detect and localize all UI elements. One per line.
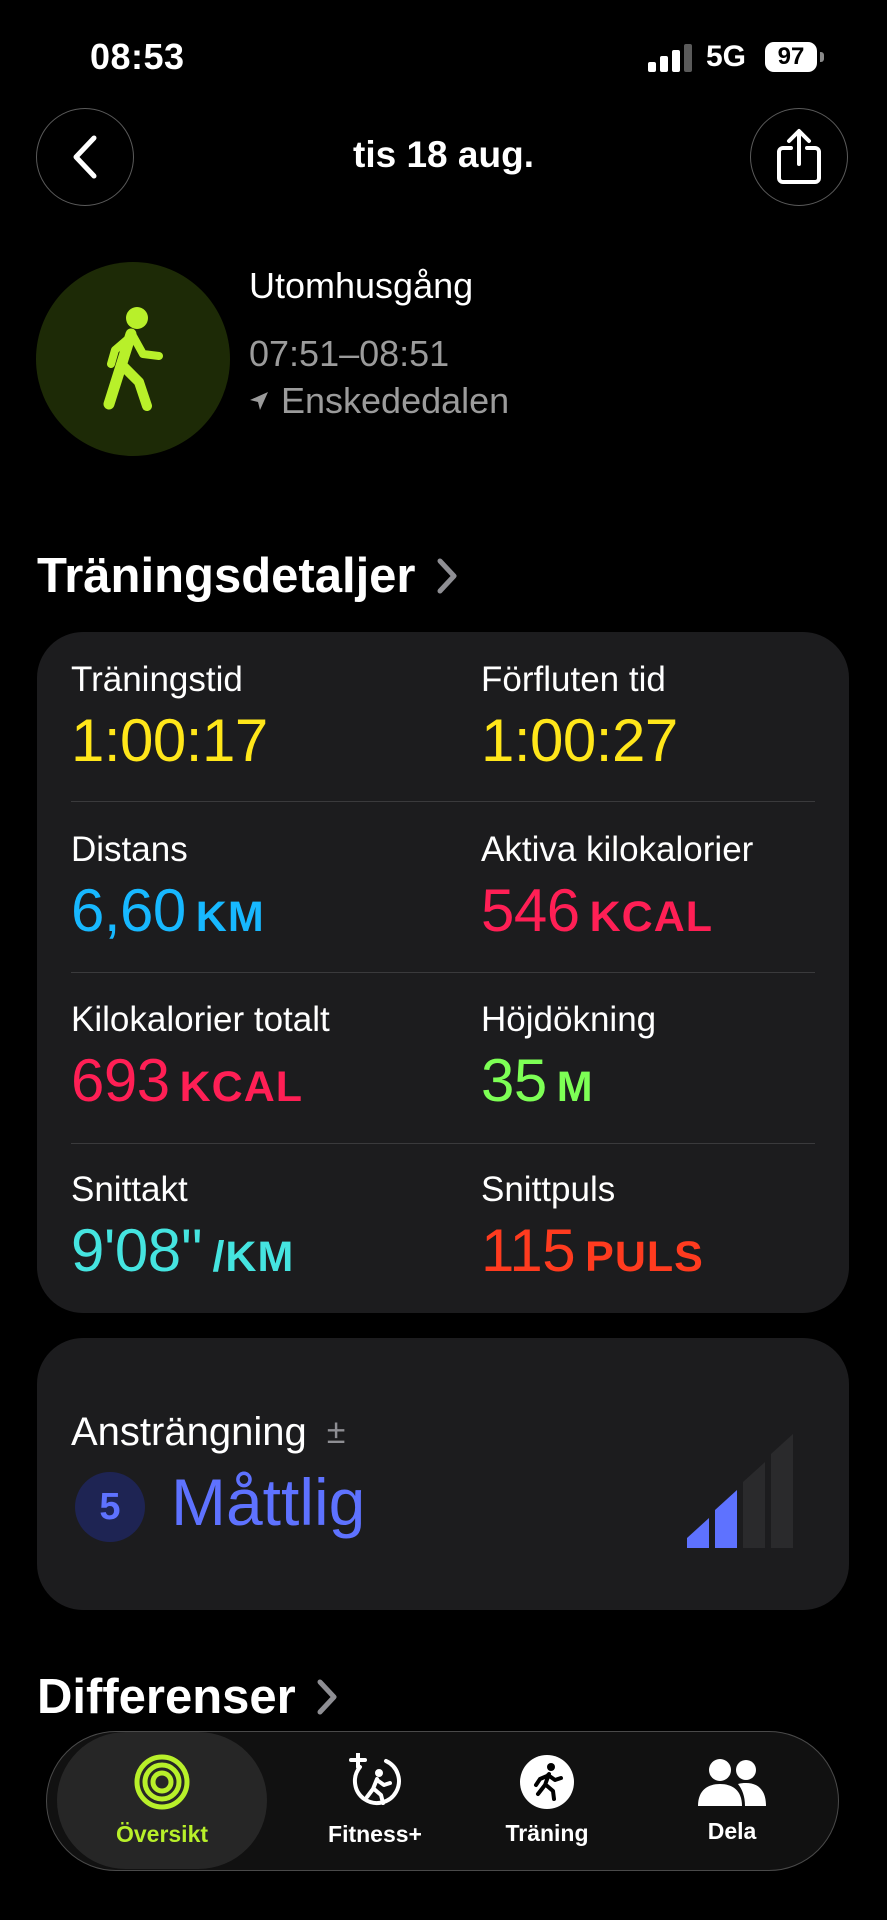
divider	[71, 801, 815, 802]
workout-location: Enskededalen	[249, 380, 509, 422]
metric-value: 546 KCAL	[481, 877, 714, 944]
fitness-plus-icon	[349, 1753, 401, 1806]
metric-value: 6,60 KM	[71, 877, 265, 944]
metric-avg-pace: Snittakt 9'08''/KM	[71, 1170, 295, 1284]
tab-overview[interactable]: Översikt	[57, 1732, 267, 1869]
workout-details-card: Träningstid 1:00:17 Förfluten tid 1:00:2…	[37, 632, 849, 1313]
activity-rings-icon	[134, 1754, 190, 1810]
metric-workout-time: Träningstid 1:00:17	[71, 660, 268, 774]
effort-label: Ansträngning ±	[71, 1410, 346, 1454]
tab-label: Översikt	[115, 1821, 209, 1847]
chevron-right-icon	[437, 558, 457, 594]
section-differences-title: Differenser	[37, 1670, 296, 1724]
metric-value: 1:00:27	[481, 707, 678, 774]
effort-bar	[715, 1490, 737, 1548]
battery-level: 97	[765, 42, 817, 72]
metric-elevation-gain: Höjdökning 35 M	[481, 1000, 657, 1114]
metric-distance: Distans 6,60 KM	[71, 830, 265, 944]
tab-bar: Översikt Fitness+ Träning Dela	[46, 1731, 839, 1871]
walking-icon	[36, 262, 230, 456]
metric-value: 1:00:17	[71, 707, 268, 774]
running-figure-icon	[520, 1755, 574, 1809]
workout-type: Utomhusgång	[249, 265, 474, 306]
section-details-title: Träningsdetaljer	[37, 549, 416, 603]
metric-avg-heart-rate: Snittpuls 115 PULS	[481, 1170, 704, 1284]
metric-value: 115 PULS	[481, 1217, 704, 1284]
metric-elapsed-time: Förfluten tid 1:00:27	[481, 660, 678, 774]
divider	[71, 1143, 815, 1144]
effort-bar	[687, 1518, 709, 1548]
metric-active-kcal: Aktiva kilokalorier 546 KCAL	[481, 830, 754, 944]
divider	[71, 972, 815, 973]
share-icon	[777, 129, 821, 184]
effort-level-icon	[687, 1434, 793, 1548]
workout-time-range: 07:51–08:51	[249, 333, 450, 374]
location-arrow-icon	[250, 392, 268, 410]
cellular-signal-icon	[648, 44, 692, 72]
effort-score-badge: 5	[75, 1472, 145, 1542]
metric-total-kcal: Kilokalorier totalt 693 KCAL	[71, 1000, 330, 1114]
section-differences-link[interactable]: Differenser	[37, 1669, 338, 1725]
tab-workout[interactable]: Träning	[467, 1732, 627, 1869]
effort-bar	[771, 1434, 793, 1548]
network-type: 5G	[706, 40, 747, 73]
tab-label: Träning	[505, 1820, 589, 1846]
effort-value: Måttlig	[171, 1465, 366, 1539]
tab-label: Dela	[707, 1818, 757, 1844]
metric-value: 35 M	[481, 1047, 594, 1114]
chevron-right-icon	[317, 1679, 337, 1715]
tab-share[interactable]: Dela	[647, 1732, 817, 1869]
effort-card[interactable]: Ansträngning ± 5 Måttlig	[37, 1338, 849, 1610]
section-details-link[interactable]: Träningsdetaljer	[37, 548, 458, 604]
metric-value: 9'08''/KM	[71, 1217, 295, 1284]
tab-fitness-plus[interactable]: Fitness+	[295, 1732, 455, 1869]
plus-minus-icon: ±	[326, 1413, 346, 1451]
people-icon	[698, 1759, 766, 1806]
location-label: Enskededalen	[281, 380, 510, 421]
tab-label: Fitness+	[328, 1821, 422, 1847]
share-button[interactable]	[750, 108, 848, 206]
status-time: 08:53	[90, 36, 185, 77]
metric-value: 693 KCAL	[71, 1047, 304, 1114]
battery-tip	[820, 52, 824, 62]
effort-bar	[743, 1462, 765, 1548]
